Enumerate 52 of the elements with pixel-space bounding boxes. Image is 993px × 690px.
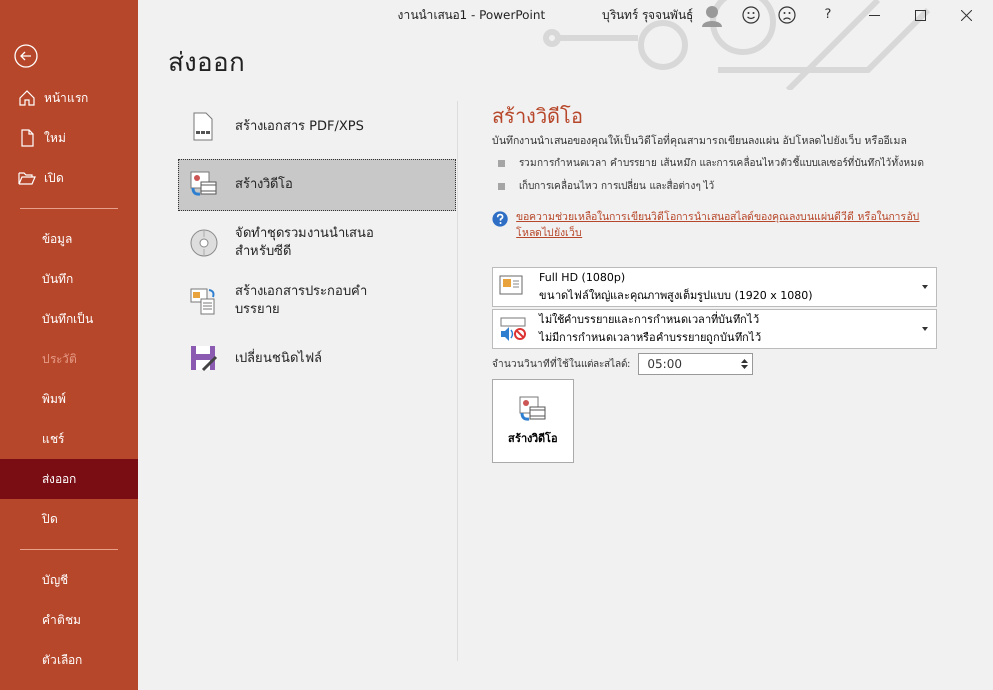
seconds-spinner[interactable]: 05:00 bbox=[638, 353, 754, 376]
caret-icon bbox=[922, 327, 928, 332]
description-text: บันทึกงานนำเสนอของคุณให้เป็นวิดีโอที่คุณสามารถเขียนลงแผ่น อัปโหลดไปยังเว็บ หรืออีเมล bbox=[492, 134, 908, 149]
sidebar-item[interactable]: ปิด bbox=[0, 499, 138, 539]
sidebar-item[interactable]: ส่งออก bbox=[0, 459, 138, 499]
bullet-text: เก็บการเคลื่อนไหว การเปลี่ยน และสื่อต่างๆ ไว้ bbox=[519, 178, 715, 194]
disc-icon bbox=[189, 228, 219, 258]
sidebar-item[interactable]: ข้อมูล bbox=[0, 219, 138, 259]
export-option[interactable]: เปลี่ยนชนิดไฟล์ bbox=[178, 333, 456, 385]
section-title: สร้างวิดีโอ bbox=[492, 103, 584, 130]
help-icon bbox=[492, 210, 508, 228]
dropdown-title: ไม่ใช้คำบรรยายและการกำหนดเวลาที่บันทึกไว้ bbox=[539, 310, 760, 328]
sidebar-item[interactable]: พิมพ์ bbox=[0, 379, 138, 419]
frown-icon bbox=[778, 6, 796, 24]
export-option[interactable]: จัดทำชุดรวมงานนำเสนอ สำหรับซีดี bbox=[178, 217, 456, 269]
sidebar-item[interactable]: แชร์ bbox=[0, 419, 138, 459]
window-title: งานนำเสนอ1 - PowerPoint bbox=[398, 7, 546, 24]
bullet-square bbox=[498, 182, 505, 190]
sidebar-item[interactable]: คำติชม bbox=[0, 600, 138, 640]
dropdown-title: Full HD (1080p) bbox=[539, 270, 626, 286]
dropdown-subtitle: ขนาดไฟล์ใหญ่และคุณภาพสูงเต็มรูปแบบ (1920 x 1080) bbox=[539, 287, 814, 304]
page-title: ส่งออก bbox=[168, 47, 246, 80]
sidebar-item[interactable]: บันทึก bbox=[0, 259, 138, 299]
sidebar-item[interactable]: ใหม่ bbox=[0, 118, 138, 158]
minimize-icon bbox=[868, 14, 880, 16]
sidebar-item[interactable]: ตัวเลือก bbox=[0, 640, 138, 680]
user-name: บุรินทร์ รุจจนพันธุ์ bbox=[602, 7, 693, 24]
export-option[interactable]: สร้างวิดีโอ bbox=[178, 159, 456, 211]
dropdown-subtitle: ไม่มีการกำหนดเวลาหรือคำบรรยายถูกบันทึกไว้ bbox=[539, 330, 762, 346]
maximize-icon bbox=[914, 10, 926, 20]
seconds-label: จำนวนวินาทีที่ใช้ในแต่ละสไลด์: bbox=[492, 356, 630, 372]
export-option[interactable]: สร้างเอกสารประกอบคำ บรรยาย bbox=[178, 275, 456, 327]
sidebar-item[interactable]: เปิด bbox=[0, 158, 138, 198]
caret-icon bbox=[922, 285, 928, 290]
help-link[interactable]: ขอความช่วยเหลือในการเขียนวิดีโอการนำเสนอสไลด์ของคุณลงบนแผ่นดีวีดี หรือในการอัปโหลดไปยังเว็บ bbox=[516, 210, 938, 242]
smiley-icon bbox=[742, 6, 760, 24]
bullet-square bbox=[498, 160, 505, 167]
create-video-button[interactable]: สร้างวิดีโอ bbox=[492, 379, 574, 464]
dropdown[interactable]: ไม่ใช้คำบรรยายและการกำหนดเวลาที่บันทึกไว้ ไม่มีการกำหนดเวลาหรือคำบรรยายถูกบันทึกไว้ bbox=[492, 309, 937, 350]
sidebar-item[interactable]: หน้าแรก bbox=[0, 78, 138, 118]
sidebar-item[interactable]: บันทึกเป็น bbox=[0, 299, 138, 339]
speaker-blocked-icon bbox=[499, 317, 527, 342]
help-button[interactable]: ? bbox=[805, 0, 851, 30]
export-option[interactable]: สร้างเอกสาร PDF/XPS bbox=[178, 101, 456, 153]
close-icon bbox=[960, 10, 972, 20]
bullet-text: รวมการกำหนดเวลา คำบรรยาย เส้นหมึก และการเคลื่อนไหวตัวชี้แบบเลเซอร์ที่บันทึกไว้ทั้งหมด bbox=[519, 156, 924, 171]
home-icon bbox=[18, 89, 36, 107]
back-button[interactable] bbox=[14, 44, 38, 68]
spin-arrows-icon bbox=[741, 358, 748, 370]
dropdown[interactable]: Full HD (1080p) ขนาดไฟล์ใหญ่และคุณภาพสูงเต็มรูปแบบ (1920 x 1080) bbox=[492, 267, 937, 308]
avatar-icon bbox=[699, 3, 725, 27]
sidebar-item[interactable]: บัญชี bbox=[0, 560, 138, 600]
